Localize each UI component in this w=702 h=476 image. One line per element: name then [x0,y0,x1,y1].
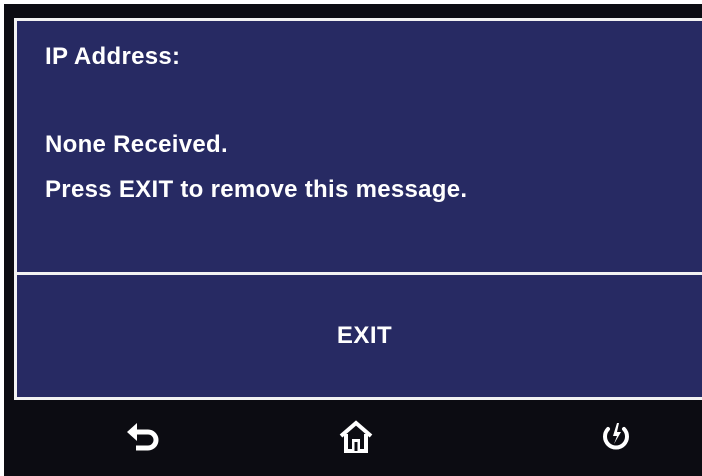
message-dialog: IP Address: None Received. Press EXIT to… [14,18,702,400]
home-button[interactable] [326,412,386,462]
back-arrow-icon [127,423,159,451]
power-icon [603,423,629,450]
message-area: IP Address: None Received. Press EXIT to… [17,21,702,273]
message-line-1: None Received. [45,131,228,158]
home-icon [339,420,373,453]
exit-button[interactable]: EXIT [17,275,702,397]
exit-button-label: EXIT [336,322,393,349]
bottom-nav-bar [4,402,702,476]
device-screen: IP Address: None Received. Press EXIT to… [4,4,702,476]
power-button[interactable] [586,412,646,462]
back-button[interactable] [114,412,174,462]
dialog-title: IP Address: [45,43,181,70]
message-line-2: Press EXIT to remove this message. [45,176,468,203]
